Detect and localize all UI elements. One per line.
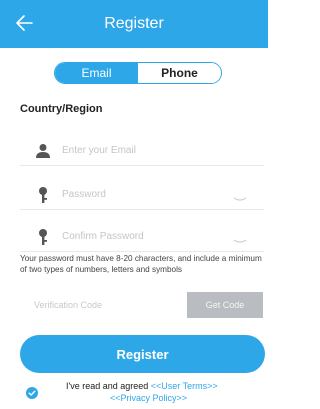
page-title: Register (104, 15, 164, 32)
confirm-password-input[interactable] (62, 231, 232, 242)
agreement-text: I've read and agreed <<User Terms>> (66, 381, 218, 391)
agreement-row: I've read and agreed <<User Terms>> <<Pr… (20, 380, 266, 406)
password-field-row (20, 180, 264, 210)
password-input[interactable] (62, 189, 232, 200)
verification-row: Get Code (20, 292, 264, 318)
agreement-prefix: I've read and agreed (66, 381, 151, 391)
email-field-row (20, 136, 264, 166)
header-bar: Register (0, 0, 268, 48)
privacy-policy-link[interactable]: <<Privacy Policy>> (110, 393, 187, 403)
confirm-password-field-row (20, 222, 264, 252)
get-code-button[interactable]: Get Code (187, 292, 263, 318)
country-region-selector[interactable]: Country/Region (20, 103, 103, 115)
hide-password-icon[interactable] (232, 232, 248, 243)
email-input[interactable] (62, 145, 264, 156)
verification-code-input[interactable] (34, 300, 184, 310)
key-icon (34, 228, 52, 246)
key-icon (34, 186, 52, 204)
tab-email[interactable]: Email (55, 63, 138, 83)
hide-password-icon[interactable] (232, 190, 248, 201)
user-terms-link[interactable]: <<User Terms>> (151, 381, 218, 391)
register-button[interactable]: Register (20, 335, 265, 373)
register-method-tabs: Email Phone (54, 62, 222, 84)
tab-phone[interactable]: Phone (138, 63, 221, 83)
agreement-checkbox[interactable] (26, 386, 38, 399)
password-requirements-hint: Your password must have 8-20 characters,… (20, 254, 262, 274)
user-icon (34, 142, 52, 160)
privacy-policy-line: <<Privacy Policy>> (110, 393, 187, 403)
